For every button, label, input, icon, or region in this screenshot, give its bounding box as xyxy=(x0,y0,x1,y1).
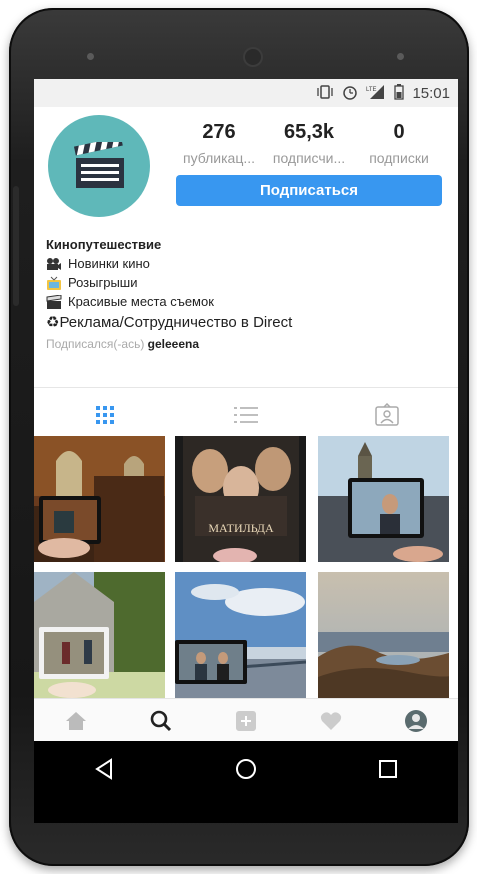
clapper-icon xyxy=(46,293,62,309)
list-icon xyxy=(233,407,258,423)
posts-count: 276 xyxy=(202,121,236,143)
grid-icon xyxy=(95,406,114,424)
status-bar: LTE 15:01 xyxy=(34,79,458,107)
back-icon xyxy=(95,757,113,780)
clock-time: 15:01 xyxy=(412,85,450,102)
profile-bio: Кинопутешествие Новинки кино Розыгрыши К… xyxy=(46,237,446,351)
battery-icon xyxy=(394,84,405,103)
photo-tile[interactable] xyxy=(318,436,449,562)
followed-by: Подписался(-ась) geleeena xyxy=(46,337,446,351)
signal-icon: LTE xyxy=(366,84,386,103)
nav-activity[interactable] xyxy=(288,699,373,742)
nav-profile[interactable] xyxy=(373,699,458,742)
clapperboard-icon xyxy=(73,142,124,188)
tab-list[interactable] xyxy=(175,395,316,435)
photo-tile[interactable] xyxy=(34,436,165,562)
recents-button[interactable] xyxy=(377,758,399,785)
home-button[interactable] xyxy=(234,757,258,786)
search-icon xyxy=(150,710,172,731)
following-label: подписки xyxy=(369,150,429,166)
photo-tile[interactable]: МАТИЛЬДА xyxy=(175,436,306,562)
followed-by-prefix: Подписался(-ась) xyxy=(46,337,145,351)
nav-search[interactable] xyxy=(119,699,204,742)
tab-grid[interactable] xyxy=(34,395,175,435)
bio-line-locations: Красивые места съемок xyxy=(68,294,214,309)
tv-icon xyxy=(46,276,62,290)
home-circle-icon xyxy=(235,758,256,779)
system-nav-bar xyxy=(34,741,458,801)
tab-tagged[interactable] xyxy=(317,395,458,435)
followed-by-user[interactable]: geleeena xyxy=(148,337,199,351)
profile-avatar[interactable] xyxy=(48,115,150,217)
heart-icon xyxy=(320,711,341,730)
alarm-icon xyxy=(342,84,358,103)
nav-home[interactable] xyxy=(34,699,119,742)
followers-label: подписчи... xyxy=(272,150,346,166)
bottom-nav xyxy=(34,698,458,742)
recents-icon xyxy=(378,759,397,778)
section-divider xyxy=(34,387,458,388)
photo-tile[interactable] xyxy=(318,572,449,698)
photo-grid: МАТИЛЬДА xyxy=(34,436,458,698)
bio-line-ads: ♻Реклама/Сотрудничество в Direct xyxy=(46,314,293,331)
back-button[interactable] xyxy=(93,757,115,785)
network-type-label: LTE xyxy=(366,87,377,93)
following-stat[interactable]: 0 подписки xyxy=(354,121,444,166)
sensor-dot xyxy=(397,53,404,60)
profile-screen: 276 публикац... 65,3k подписчи... 0 подп… xyxy=(34,107,458,742)
followers-count: 65,3k xyxy=(283,121,335,143)
screen: LTE 15:01 276 публикац... 65,3k подписчи… xyxy=(34,79,458,823)
photo-tile[interactable] xyxy=(34,572,165,698)
poster-title: МАТИЛЬДА xyxy=(208,521,274,535)
sensor-dot xyxy=(87,53,94,60)
home-icon xyxy=(66,711,87,730)
profile-name: Кинопутешествие xyxy=(46,237,162,252)
side-button xyxy=(13,186,19,306)
following-count: 0 xyxy=(393,121,405,143)
add-icon xyxy=(235,710,256,731)
tagged-icon xyxy=(375,403,400,426)
bio-line-giveaways: Розыгрыши xyxy=(68,275,138,290)
posts-label: публикац... xyxy=(182,150,256,166)
profile-stats: 276 публикац... 65,3k подписчи... 0 подп… xyxy=(174,121,444,166)
profile-tabs xyxy=(34,395,458,435)
follow-button[interactable]: Подписаться xyxy=(176,175,442,206)
posts-stat[interactable]: 276 публикац... xyxy=(174,121,264,166)
profile-avatar-icon xyxy=(404,709,427,732)
nav-add[interactable] xyxy=(204,699,289,742)
front-camera xyxy=(245,49,261,65)
bio-line-new-movies: Новинки кино xyxy=(68,256,150,271)
followers-stat[interactable]: 65,3k подписчи... xyxy=(264,121,354,166)
movie-camera-icon xyxy=(46,257,62,271)
vibrate-icon xyxy=(316,85,334,102)
photo-tile[interactable] xyxy=(175,572,306,698)
